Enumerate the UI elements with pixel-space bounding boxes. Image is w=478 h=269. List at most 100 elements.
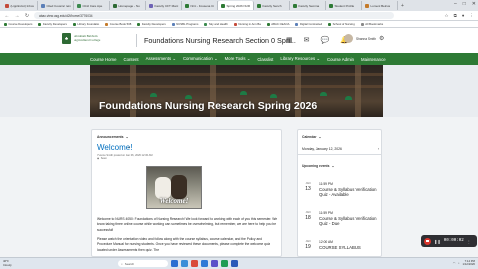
chrome-icon[interactable] xyxy=(191,260,198,267)
taskbar: 46°F Cloudy ⌕ Search ◠ ♪ 7:14 PM 1/12/20… xyxy=(0,257,478,269)
bookmark-label: Faculty Developers xyxy=(42,22,67,26)
bookmark-item[interactable]: ABAC CEAOA xyxy=(266,22,289,26)
new-tab-button[interactable]: + xyxy=(398,3,404,9)
bookmark-favicon-icon xyxy=(38,22,42,26)
nav-item[interactable]: Maintenance xyxy=(361,57,386,62)
clock[interactable]: 7:14 PM 1/12/2026 xyxy=(463,259,475,267)
windows-start-icon[interactable] xyxy=(171,260,178,267)
browser-tab[interactable]: Nrnt - Fossena Ci xyxy=(182,1,218,10)
bookmark-favicon-icon xyxy=(233,22,237,26)
bookmark-item[interactable]: All Bookmarks xyxy=(360,22,383,26)
bookmark-label: Library Foundatio xyxy=(77,22,100,26)
calendar-date[interactable]: Monday, January 12, 2026 › xyxy=(302,147,379,151)
word-icon[interactable] xyxy=(231,260,238,267)
tab-label: Nrnt - Fossena Ci xyxy=(190,3,215,8)
nav-item[interactable]: Course Home xyxy=(90,57,117,62)
tab-favicon-icon xyxy=(365,3,369,8)
announcement-paragraph: Welcome to NURS 4050: Foundations of Nur… xyxy=(97,217,278,232)
browser-tab[interactable]: Student Profile xyxy=(326,1,362,10)
college-logo[interactable]: ♣ Abraham Baldwin Agricultural College xyxy=(62,33,100,44)
search-icon: ⌕ xyxy=(121,261,123,266)
logo-mark-icon: ♣ xyxy=(62,33,71,44)
taskbar-search[interactable]: ⌕ Search xyxy=(118,260,168,267)
bookmark-favicon-icon xyxy=(171,22,175,26)
outlook-icon[interactable] xyxy=(201,260,208,267)
stop-recording-button[interactable] xyxy=(424,237,431,245)
close-icon[interactable]: ✕ xyxy=(472,1,476,7)
bookmark-item[interactable]: Nursing in Ann Ba xyxy=(233,22,261,26)
star-icon[interactable]: ☆ xyxy=(445,13,449,19)
chevron-down-icon: ⌄ xyxy=(125,135,129,139)
excel-icon[interactable] xyxy=(221,260,228,267)
user-menu[interactable]: Shanna Smith ⚙ xyxy=(344,34,384,43)
maximize-icon[interactable]: □ xyxy=(463,1,466,7)
upcoming-events-header[interactable]: Upcoming events ⌄ xyxy=(302,164,334,168)
weather-widget[interactable]: 46°F Cloudy xyxy=(3,259,25,267)
nav-item[interactable]: Library Resources ⌄ xyxy=(280,56,320,62)
nav-item[interactable]: Course Admin xyxy=(327,57,354,62)
browser-tab[interactable]: Clinil Care Ape xyxy=(74,1,110,10)
browser-tab[interactable]: Lumeni Belcus xyxy=(362,1,398,10)
url-field[interactable]: abac.view.usg.edu/d2l/home/3776034 xyxy=(34,12,394,19)
nav-item[interactable]: Communication ⌄ xyxy=(183,56,218,62)
bookmark-item[interactable]: Course Book 508 xyxy=(105,22,131,26)
pause-icon[interactable]: ❚❚ xyxy=(434,239,441,244)
nav-item[interactable]: Assessments ⌄ xyxy=(146,56,176,62)
chat-icon[interactable]: 💬 xyxy=(321,36,330,44)
more-icon[interactable]: ⋮ xyxy=(467,239,471,244)
course-selector-icon[interactable]: ▦ xyxy=(286,36,293,44)
bookmark-item[interactable]: Course Developers xyxy=(4,22,32,26)
course-title[interactable]: Foundations Nursing Research Section 0 S… xyxy=(144,36,296,45)
bookmark-label: NCSBL Programs xyxy=(176,22,199,26)
minimize-icon[interactable]: – xyxy=(454,1,457,7)
settings-gear-icon[interactable]: ⚙ xyxy=(379,35,384,42)
tab-label: Lumeni Belcus xyxy=(370,3,391,8)
bookmark-item[interactable]: Faculty Developers xyxy=(137,22,166,26)
tab-favicon-icon xyxy=(113,3,117,8)
tab-favicon-icon xyxy=(77,3,81,8)
bookmark-item[interactable]: Sky and Health xyxy=(204,22,228,26)
teams-icon[interactable] xyxy=(211,260,218,267)
calendar-header[interactable]: Calendar ⌄ xyxy=(302,135,321,139)
profile-icon[interactable]: ● xyxy=(462,13,465,19)
browser-tab[interactable]: Spring 2026 NUR xyxy=(218,1,254,10)
wifi-icon[interactable]: ◠ xyxy=(453,261,455,265)
bookmark-item[interactable]: Library Foundatio xyxy=(72,22,100,26)
bookmark-item[interactable]: Digital Contracted xyxy=(295,22,322,26)
browser-tab[interactable]: Faculty Sench xyxy=(254,1,290,10)
nav-item[interactable]: Classlist xyxy=(257,57,273,62)
reload-icon[interactable]: ↻ xyxy=(24,13,30,19)
bookmark-item[interactable]: School of Nursing xyxy=(328,22,355,26)
bookmark-favicon-icon xyxy=(105,22,109,26)
tab-favicon-icon xyxy=(257,3,261,8)
volume-icon[interactable]: ♪ xyxy=(458,261,459,265)
chevron-down-icon[interactable]: ⌄ xyxy=(127,144,131,150)
tab-favicon-icon xyxy=(5,3,9,8)
forward-icon[interactable]: → xyxy=(14,13,20,19)
back-icon[interactable]: ← xyxy=(4,13,10,19)
nav-item[interactable]: Content xyxy=(124,57,139,62)
bookmark-item[interactable]: NCSBL Programs xyxy=(171,22,199,26)
browser-tab[interactable]: Homepage - Nu xyxy=(110,1,146,10)
bookmark-label: Digital Contracted xyxy=(299,22,323,26)
browser-tab[interactable]: Clied Cousinc rein xyxy=(38,1,74,10)
file-explorer-icon[interactable] xyxy=(181,260,188,267)
recording-timer: 00:00:02 xyxy=(443,239,464,243)
message-icon[interactable]: ✉ xyxy=(304,36,310,44)
user-name: Shanna Smith xyxy=(356,36,377,41)
chevron-right-icon: › xyxy=(377,147,379,151)
menu-icon[interactable]: ⋮ xyxy=(470,13,475,19)
announcements-header[interactable]: Announcements ⌄ xyxy=(97,135,128,139)
nav-item[interactable]: More Tools ⌄ xyxy=(225,56,251,62)
browser-tab[interactable]: Faculty CFT Marc xyxy=(146,1,182,10)
tab-label: Clinil Care Ape xyxy=(82,3,103,8)
tab-label: Faculty CFT Marc xyxy=(154,3,179,8)
tab-favicon-icon xyxy=(41,3,45,8)
bookmark-favicon-icon xyxy=(295,22,299,26)
browser-tab[interactable]: Faculty Semina xyxy=(290,1,326,10)
extensions-icon[interactable]: ⧉ xyxy=(454,13,457,19)
bookmark-item[interactable]: Faculty Developers xyxy=(38,22,67,26)
tab-label: Faculty Sench xyxy=(262,3,282,8)
bookmark-label: Sky and Health xyxy=(208,22,228,26)
browser-tab[interactable]: (Lipplinclot) Inbox xyxy=(2,1,38,10)
